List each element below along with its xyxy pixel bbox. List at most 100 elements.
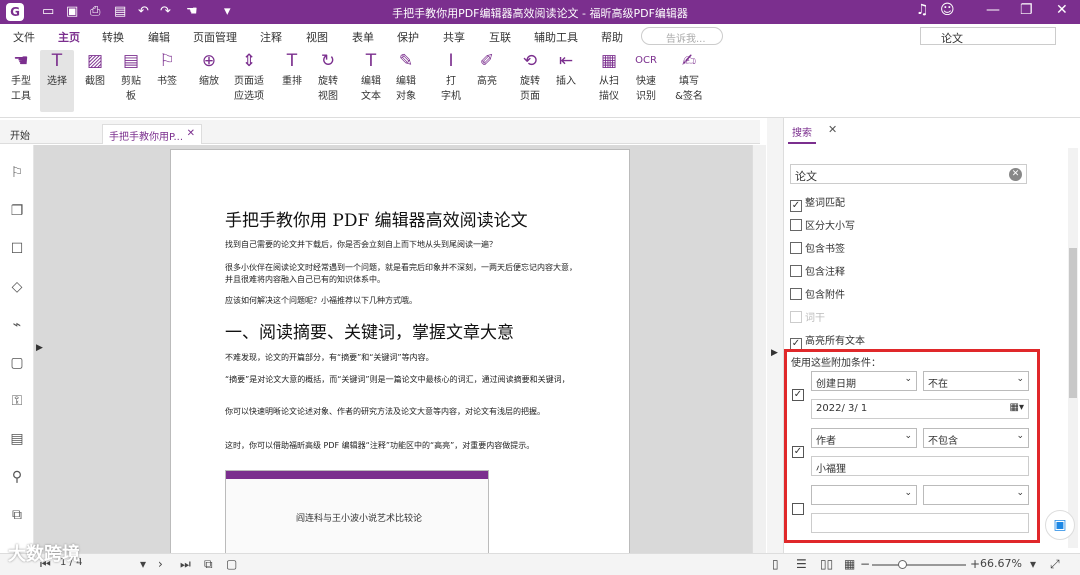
search-query-input[interactable]: 论文 ✕ bbox=[790, 164, 1027, 184]
select-button[interactable]: T 选择 bbox=[40, 50, 74, 112]
clear-icon[interactable]: ✕ bbox=[1009, 168, 1022, 181]
expand-right-icon[interactable]: ▶ bbox=[771, 348, 778, 358]
minimize-icon[interactable]: — bbox=[986, 2, 1000, 18]
menu-connect[interactable]: 互联 bbox=[489, 29, 511, 45]
bell-icon[interactable]: ♫ bbox=[916, 2, 929, 18]
bookmark-button[interactable]: ⚐ 书签 bbox=[152, 50, 182, 89]
continuous-icon[interactable]: ☰ bbox=[796, 557, 807, 571]
expand-left-icon[interactable]: ▶ bbox=[36, 343, 43, 353]
search-input[interactable]: 论文 bbox=[920, 27, 1056, 45]
edit-text-button[interactable]: T 编辑 文本 bbox=[356, 50, 386, 104]
close-tab-icon[interactable]: ✕ bbox=[187, 128, 195, 139]
criteria-3-value-input[interactable] bbox=[811, 513, 1029, 533]
layers-panel-icon[interactable]: ◇ bbox=[8, 279, 26, 299]
single-page-icon[interactable]: ▯ bbox=[772, 557, 779, 571]
zoom-out-icon[interactable]: − bbox=[860, 557, 870, 571]
insert-button[interactable]: ⇤ 插入 bbox=[552, 50, 580, 89]
option-comments[interactable]: 包含注释 bbox=[790, 263, 845, 278]
reflow-button[interactable]: T 重排 bbox=[278, 50, 306, 89]
ocr-button[interactable]: OCR 快速 识别 bbox=[630, 50, 662, 104]
zoom-menu-icon[interactable]: ▾ bbox=[1030, 557, 1036, 571]
menu-comment[interactable]: 注释 bbox=[260, 29, 282, 45]
compare-panel-icon[interactable]: ⧉ bbox=[8, 507, 26, 527]
criteria-3-field-select[interactable]: ⌄ bbox=[811, 485, 917, 505]
rotate-view-button[interactable]: ↻ 旋转 视图 bbox=[312, 50, 344, 104]
criteria-2-field-select[interactable]: 作者 ⌄ bbox=[811, 428, 917, 448]
menu-view[interactable]: 视图 bbox=[306, 29, 328, 45]
screenshot-button[interactable]: ▨ 截图 bbox=[80, 50, 110, 89]
fullscreen-icon[interactable]: ⤢ bbox=[1050, 557, 1060, 572]
text-cursor-icon: T bbox=[51, 51, 63, 71]
next-page-icon[interactable]: › bbox=[158, 557, 163, 571]
link-panel-icon[interactable]: ⚲ bbox=[8, 469, 26, 489]
option-match-case[interactable]: 区分大小写 bbox=[790, 217, 855, 232]
typewriter-button[interactable]: I 打 字机 bbox=[436, 50, 466, 104]
option-bookmarks[interactable]: 包含书签 bbox=[790, 240, 845, 255]
tell-me-input[interactable]: 告诉我... bbox=[641, 27, 723, 45]
page-select-icon[interactable]: ▾ bbox=[140, 557, 146, 571]
option-whole-word[interactable]: ✓ 整词匹配 bbox=[790, 194, 845, 212]
criteria-2-value-input[interactable]: 小福狸 bbox=[811, 456, 1029, 476]
clipboard-button[interactable]: ▤ 剪贴 板 bbox=[116, 50, 146, 104]
tab-start[interactable]: 开始 bbox=[4, 124, 100, 144]
checkbox-icon bbox=[790, 288, 802, 300]
option-highlight-all[interactable]: ✓ 高亮所有文本 bbox=[790, 332, 865, 350]
two-page-scroll-icon[interactable]: ▦ bbox=[844, 557, 855, 571]
option-attachments[interactable]: 包含附件 bbox=[790, 286, 845, 301]
close-icon[interactable]: ✕ bbox=[1056, 2, 1068, 18]
attachments-panel-icon[interactable]: ⌁ bbox=[8, 317, 26, 337]
menu-form[interactable]: 表单 bbox=[352, 29, 374, 45]
zoom-button[interactable]: ⊕ 缩放 bbox=[194, 50, 224, 89]
fill-sign-button[interactable]: ✍ 填写 &签名 bbox=[672, 50, 706, 104]
two-page-icon[interactable]: ▯▯ bbox=[820, 557, 833, 571]
last-page-icon[interactable]: ⏭ bbox=[180, 557, 191, 572]
rotate-page-button[interactable]: ⟲ 旋转 页面 bbox=[514, 50, 546, 104]
menu-share[interactable]: 共享 bbox=[443, 29, 465, 45]
copy-page-icon[interactable]: ⧉ bbox=[204, 557, 213, 572]
zoom-level[interactable]: 66.67% bbox=[980, 557, 1022, 570]
panel-scrollbar[interactable] bbox=[1068, 148, 1078, 548]
tab-search[interactable]: 搜索 bbox=[788, 124, 816, 144]
zoom-slider-handle[interactable] bbox=[898, 560, 907, 569]
menu-edit[interactable]: 编辑 bbox=[148, 29, 170, 45]
close-panel-icon[interactable]: ✕ bbox=[828, 123, 837, 136]
document-canvas[interactable]: 手把手教你用 PDF 编辑器高效阅读论文 找到自己需要的论文并下载后，你是否会立… bbox=[34, 145, 752, 569]
signature-panel-icon[interactable]: ⚿ bbox=[8, 393, 26, 413]
criteria-3-checkbox[interactable] bbox=[792, 503, 804, 515]
chat-assistant-icon[interactable]: ▣ bbox=[1045, 510, 1075, 540]
content-panel-icon[interactable]: ▤ bbox=[8, 431, 26, 451]
scroll-thumb[interactable] bbox=[1069, 248, 1077, 398]
scanner-button[interactable]: ▦ 从扫 描仪 bbox=[594, 50, 624, 104]
criteria-1-field-select[interactable]: 创建日期 ⌄ bbox=[811, 371, 917, 391]
criteria-1-date-input[interactable]: 2022/ 3/ 1 ▦▾ bbox=[811, 399, 1029, 419]
tab-document[interactable]: 手把手教你用P... ✕ bbox=[102, 124, 202, 144]
comments-panel-icon[interactable]: ☐ bbox=[8, 241, 26, 261]
edit-object-button[interactable]: ✎ 编辑 对象 bbox=[390, 50, 422, 104]
menu-protect[interactable]: 保护 bbox=[397, 29, 419, 45]
zoom-slider[interactable] bbox=[872, 560, 966, 569]
menu-convert[interactable]: 转换 bbox=[102, 29, 124, 45]
criteria-1-op-select[interactable]: 不在 ⌄ bbox=[923, 371, 1029, 391]
calendar-icon[interactable]: ▦▾ bbox=[1010, 402, 1024, 413]
criteria-3-op-select[interactable]: ⌄ bbox=[923, 485, 1029, 505]
menu-tools[interactable]: 辅助工具 bbox=[534, 29, 578, 45]
page-view-icon[interactable]: ▢ bbox=[226, 557, 237, 571]
zoom-in-icon[interactable]: + bbox=[970, 557, 980, 571]
criteria-2-checkbox[interactable]: ✓ bbox=[792, 446, 804, 458]
security-panel-icon[interactable]: ▢ bbox=[8, 355, 26, 375]
criteria-1-checkbox[interactable]: ✓ bbox=[792, 389, 804, 401]
criteria-2-op-select[interactable]: 不包含 ⌄ bbox=[923, 428, 1029, 448]
fit-page-button[interactable]: ⇕ 页面适 应选项 bbox=[228, 50, 270, 104]
menu-page-manage[interactable]: 页面管理 bbox=[193, 29, 237, 45]
menu-home[interactable]: 主页 bbox=[56, 29, 82, 49]
highlight-button[interactable]: ✐ 高亮 bbox=[472, 50, 502, 89]
restore-icon[interactable]: ❐ bbox=[1020, 2, 1033, 18]
bookmark-panel-icon[interactable]: ⚐ bbox=[8, 165, 26, 185]
chevron-down-icon: ⌄ bbox=[904, 488, 912, 498]
document-scrollbar[interactable] bbox=[752, 145, 766, 553]
pages-panel-icon[interactable]: ❐ bbox=[8, 203, 26, 223]
hand-tool-button[interactable]: ☚ 手型 工具 bbox=[6, 50, 36, 104]
menu-file[interactable]: 文件 bbox=[13, 29, 35, 45]
menu-help[interactable]: 帮助 bbox=[601, 29, 623, 45]
account-icon[interactable]: ☺ bbox=[940, 2, 955, 18]
